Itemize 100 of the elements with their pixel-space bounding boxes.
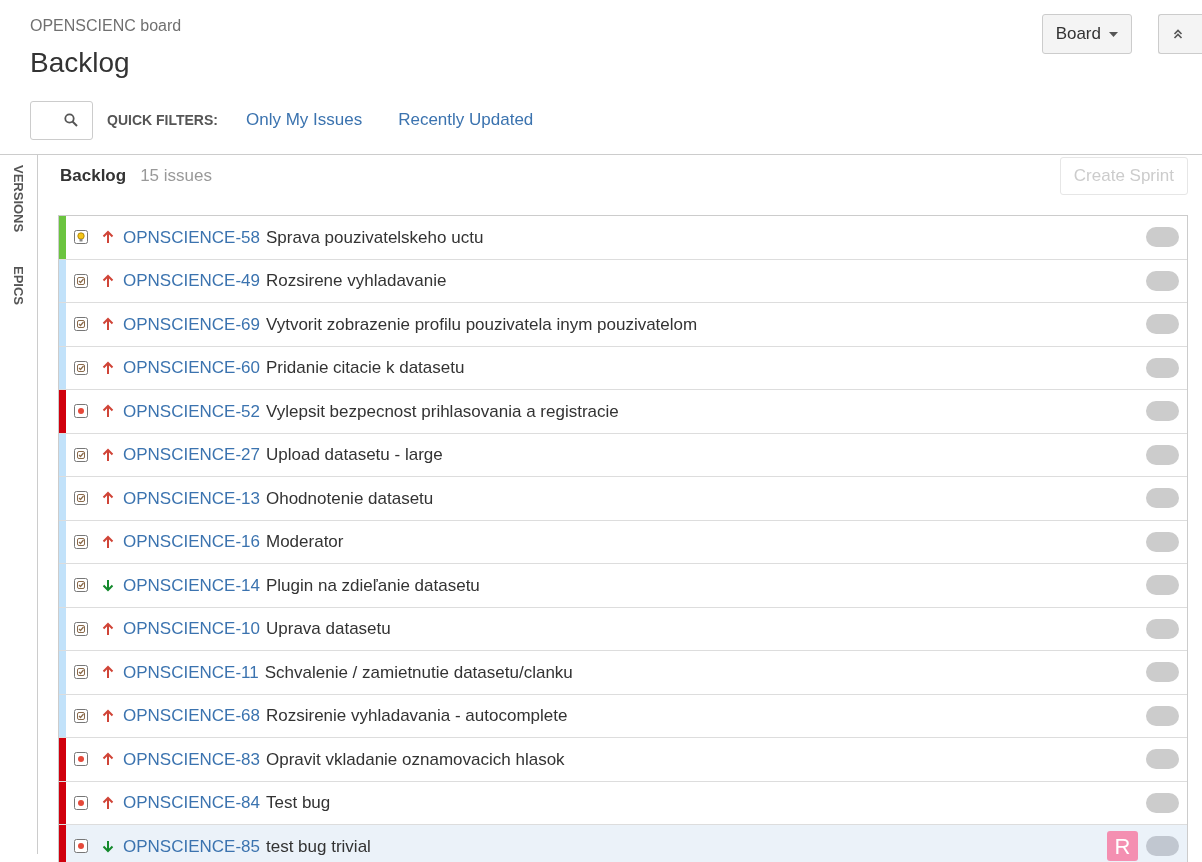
issue-key[interactable]: OPNSCIENCE-11 <box>123 659 259 685</box>
arrow-up-icon <box>102 273 114 288</box>
issue-row[interactable]: OPNSCIENCE-14 Plugin na zdieľanie datasetu <box>59 564 1187 608</box>
bug-type-icon <box>74 752 88 767</box>
issue-row[interactable]: OPNSCIENCE-60 Pridanie citacie k datasetu <box>59 346 1187 390</box>
bug-type-icon <box>74 839 88 854</box>
quick-filter-link[interactable]: Recently Updated <box>398 107 534 133</box>
arrow-up-icon <box>102 360 114 375</box>
arrow-up-icon <box>102 708 114 723</box>
page-title: Backlog <box>30 46 131 80</box>
issue-row[interactable]: OPNSCIENCE-69 Vytvorit zobrazenie profilu pouzivatela inym pouzivatelom <box>59 303 1187 347</box>
arrow-up-icon <box>102 752 114 767</box>
issue-summary: Vytvorit zobrazenie profilu pouzivatela inym pouzivatelom <box>266 313 698 336</box>
estimate-pill <box>1146 314 1179 335</box>
checkbox-type-icon <box>74 360 88 375</box>
issue-row[interactable]: OPNSCIENCE-13 Ohodnotenie datasetu <box>59 477 1187 521</box>
issue-row[interactable]: OPNSCIENCE-68 Rozsirenie vyhladavania - autocomplete <box>59 694 1187 738</box>
issue-row[interactable]: OPNSCIENCE-84 Test bug <box>59 781 1187 825</box>
bug-type-icon <box>74 404 88 419</box>
board-button[interactable]: Board <box>1041 14 1132 54</box>
arrow-up-icon <box>102 621 114 636</box>
bug-type-icon <box>74 795 88 810</box>
arrow-down-icon <box>102 578 114 593</box>
issue-key[interactable]: OPNSCIENCE-16 <box>123 529 260 555</box>
arrow-up-icon <box>102 795 114 810</box>
checkbox-type-icon <box>74 621 88 636</box>
arrow-up-icon <box>102 534 114 549</box>
search-field[interactable] <box>30 100 93 140</box>
estimate-pill <box>1146 227 1179 248</box>
checkbox-type-icon <box>74 273 88 288</box>
issue-row[interactable]: OPNSCIENCE-49 Rozsirene vyhladavanie <box>59 259 1187 303</box>
estimate-pill <box>1146 444 1179 465</box>
issue-key[interactable]: OPNSCIENCE-58 <box>123 224 260 250</box>
issue-key[interactable]: OPNSCIENCE-13 <box>123 485 260 511</box>
arrow-up-icon <box>102 665 114 680</box>
estimate-pill <box>1146 357 1179 378</box>
issue-row[interactable]: OPNSCIENCE-16 Moderator <box>59 520 1187 564</box>
issue-summary: Moderator <box>266 531 344 553</box>
issue-row[interactable]: OPNSCIENCE-11 Schvalenie / zamietnutie datasetu/clanku <box>59 651 1187 695</box>
issue-row[interactable]: OPNSCIENCE-58 Sprava pouzivatelskeho uctu <box>59 216 1187 260</box>
backlog-heading: Backlog <box>60 165 127 188</box>
issue-key[interactable]: OPNSCIENCE-69 <box>123 311 260 337</box>
issue-summary: Pridanie citacie k datasetu <box>266 357 465 379</box>
estimate-pill <box>1146 618 1179 639</box>
issue-summary: Sprava pouzivatelskeho uctu <box>266 226 484 249</box>
estimate-pill <box>1146 531 1179 552</box>
issue-summary: Rozsirenie vyhladavania - autocomplete <box>266 705 568 727</box>
issue-summary: Schvalenie / zamietnutie datasetu/clanku <box>264 661 573 684</box>
estimate-pill <box>1146 488 1179 509</box>
checkbox-type-icon <box>74 665 88 680</box>
board-name: OPENSCIENC board <box>30 16 182 36</box>
estimate-pill <box>1146 575 1179 596</box>
arrow-up-icon <box>102 404 114 419</box>
side-tab[interactable]: VERSIONS <box>12 165 25 233</box>
issue-key[interactable]: OPNSCIENCE-10 <box>123 616 260 642</box>
collapse-button[interactable] <box>1158 14 1202 54</box>
quick-filter-link[interactable]: Only My Issues <box>245 107 363 133</box>
issue-summary: Uprava datasetu <box>266 618 391 640</box>
checkbox-type-icon <box>74 447 88 462</box>
issue-row[interactable]: OPNSCIENCE-10 Uprava datasetu <box>59 607 1187 651</box>
issue-summary: Upload datasetu - large <box>266 444 443 466</box>
issue-key[interactable]: OPNSCIENCE-68 <box>123 703 260 729</box>
issue-key[interactable]: OPNSCIENCE-85 <box>123 833 260 859</box>
issue-summary: test bug trivial <box>266 835 371 858</box>
issue-key[interactable]: OPNSCIENCE-83 <box>123 746 260 772</box>
assignee-avatar: R <box>1107 831 1138 862</box>
issue-row[interactable]: OPNSCIENCE-52 Vylepsit bezpecnost prihlasovania a registracie <box>59 390 1187 434</box>
arrow-up-icon <box>102 447 114 462</box>
estimate-pill <box>1146 662 1179 683</box>
estimate-pill <box>1146 705 1179 726</box>
checkbox-type-icon <box>74 534 88 549</box>
issue-key[interactable]: OPNSCIENCE-27 <box>123 442 260 468</box>
issue-key[interactable]: OPNSCIENCE-49 <box>123 268 260 294</box>
issue-key[interactable]: OPNSCIENCE-60 <box>123 355 260 381</box>
issue-summary: Opravit vkladanie oznamovacich hlasok <box>266 748 565 771</box>
estimate-pill <box>1146 792 1179 813</box>
arrow-up-icon <box>102 230 114 245</box>
checkbox-type-icon <box>74 317 88 332</box>
issue-key[interactable]: OPNSCIENCE-84 <box>123 790 260 816</box>
issue-key[interactable]: OPNSCIENCE-14 <box>123 572 260 598</box>
issue-row[interactable]: OPNSCIENCE-83 Opravit vkladanie oznamovacich hlasok <box>59 738 1187 782</box>
issue-row[interactable]: OPNSCIENCE-85 test bug trivial R <box>59 825 1187 862</box>
estimate-pill <box>1146 836 1179 857</box>
issue-row[interactable]: OPNSCIENCE-27 Upload datasetu - large <box>59 433 1187 477</box>
arrow-up-icon <box>102 491 114 506</box>
issue-summary: Ohodnotenie datasetu <box>266 487 434 510</box>
checkbox-type-icon <box>74 491 88 506</box>
estimate-pill <box>1146 401 1179 422</box>
arrow-up-icon <box>102 317 114 332</box>
issue-key[interactable]: OPNSCIENCE-52 <box>123 398 260 424</box>
issue-summary: Test bug <box>266 792 331 814</box>
arrow-down-icon <box>102 839 114 854</box>
quick-filters-label: QUICK FILTERS: <box>107 110 218 130</box>
lightbulb-icon <box>74 230 88 245</box>
side-tab[interactable]: EPICS <box>12 266 25 306</box>
checkbox-type-icon <box>74 708 88 723</box>
issue-summary: Plugin na zdieľanie datasetu <box>266 574 480 597</box>
issue-count: 15 issues <box>140 165 212 188</box>
issue-summary: Vylepsit bezpecnost prihlasovania a registracie <box>266 400 619 423</box>
estimate-pill <box>1146 270 1179 291</box>
